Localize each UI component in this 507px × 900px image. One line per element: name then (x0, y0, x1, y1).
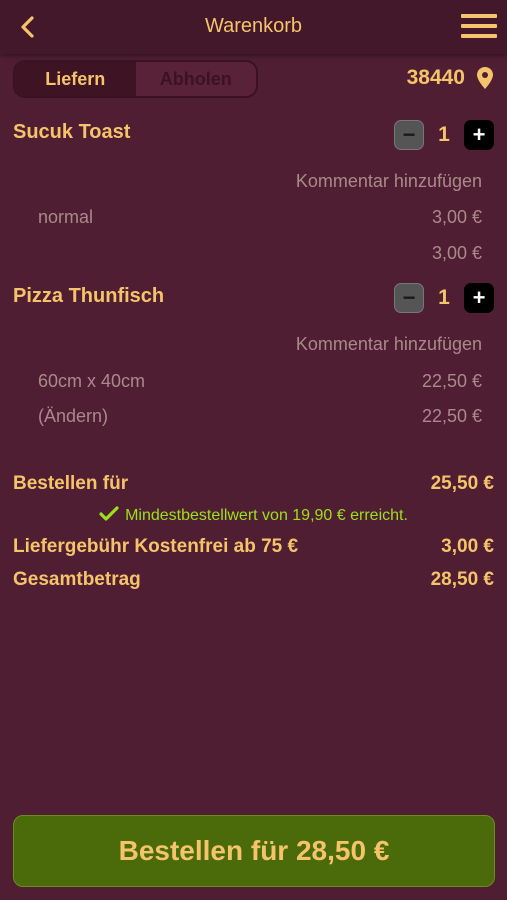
delivery-fee-label: Liefergebühr Kostenfrei ab 75 € (13, 536, 299, 557)
page-title: Warenkorb (204, 15, 303, 37)
zip-code: 38440 (406, 66, 465, 89)
quantity-stepper: − 1 + (394, 283, 494, 313)
order-for-label: Bestellen für (13, 473, 129, 494)
order-for-value: 25,50 € (430, 473, 494, 494)
app-header: Warenkorb (0, 0, 507, 54)
delivery-mode-toggle: Liefern Abholen (13, 60, 258, 98)
decrease-quantity-button[interactable]: − (394, 120, 424, 150)
item-subtotal: 22,50 € (421, 406, 482, 426)
total-label: Gesamtbetrag (13, 569, 141, 590)
item-subtotal: 3,00 € (431, 243, 482, 263)
item-option-label: normal (38, 207, 94, 227)
cart-item-name: Sucuk Toast (13, 121, 131, 143)
check-icon (99, 506, 119, 521)
quantity-stepper: − 1 + (394, 120, 494, 150)
tab-abholen[interactable]: Abholen (136, 62, 257, 96)
decrease-quantity-button[interactable]: − (394, 283, 424, 313)
cart-item-name: Pizza Thunfisch (13, 285, 165, 307)
minimum-order-text: Mindestbestellwert von 19,90 € erreicht. (125, 507, 408, 524)
minimum-order-note: Mindestbestellwert von 19,90 € erreicht. (0, 506, 507, 525)
quantity-value: 1 (438, 123, 450, 146)
hamburger-menu-icon[interactable] (461, 14, 497, 42)
location-pin-icon (477, 67, 493, 89)
quantity-value: 1 (438, 286, 450, 309)
increase-quantity-button[interactable]: + (464, 120, 494, 150)
increase-quantity-button[interactable]: + (464, 283, 494, 313)
item-option-price: 22,50 € (421, 371, 482, 391)
delivery-location[interactable]: 38440 (407, 66, 493, 90)
add-comment-link[interactable]: Kommentar hinzufügen (296, 171, 482, 192)
place-order-button[interactable]: Bestellen für 28,50 € (13, 815, 495, 887)
item-option-price: 3,00 € (431, 207, 482, 227)
add-comment-link[interactable]: Kommentar hinzufügen (296, 334, 482, 355)
change-option-link[interactable]: (Ändern) (38, 406, 108, 427)
item-option-label: 60cm x 40cm (38, 371, 146, 391)
tab-liefern[interactable]: Liefern (15, 62, 136, 96)
total-value: 28,50 € (430, 569, 494, 590)
delivery-fee-value: 3,00 € (441, 536, 494, 557)
